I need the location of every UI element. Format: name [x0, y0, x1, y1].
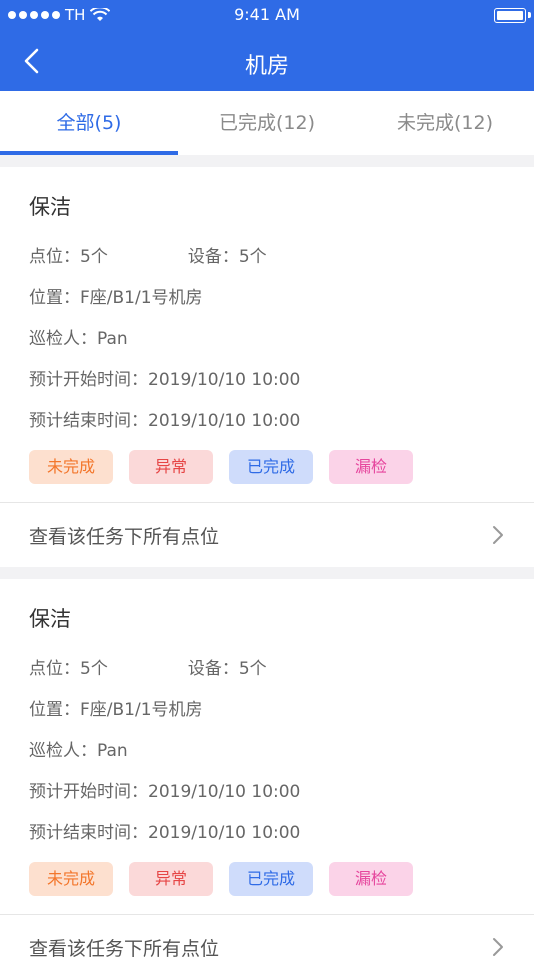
- task-end-time: 预计结束时间：2019/10/10 10:00: [29, 411, 301, 431]
- view-all-points-link[interactable]: 查看该任务下所有点位: [0, 914, 534, 979]
- points-count: 点位：5个: [29, 247, 108, 267]
- chevron-right-icon: [493, 938, 503, 956]
- task-start-time: 预计开始时间：2019/10/10 10:00: [29, 782, 301, 802]
- app-header: TH 9:41 AM 机房: [0, 0, 534, 91]
- tab-incomplete[interactable]: 未完成(12): [356, 91, 534, 155]
- devices-count: 设备：5个: [187, 247, 267, 267]
- tag-completed: 已完成: [229, 450, 313, 484]
- task-counts-row: 点位：5个 设备：5个: [29, 237, 505, 278]
- tag-abnormal: 异常: [129, 450, 213, 484]
- tab-completed-label: 已完成(12): [218, 112, 315, 134]
- battery-icon: [494, 8, 526, 23]
- view-all-points-label: 查看该任务下所有点位: [29, 937, 220, 960]
- task-card: 保洁 点位：5个 设备：5个 位置：F座/B1/1号机房 巡检人：Pan 预计开…: [0, 167, 534, 567]
- battery-cap: [528, 12, 531, 18]
- tag-completed: 已完成: [229, 862, 313, 896]
- nav-bar: 机房: [0, 30, 534, 91]
- task-end-time: 预计结束时间：2019/10/10 10:00: [29, 823, 301, 843]
- tab-all[interactable]: 全部(5): [0, 91, 178, 155]
- tag-incomplete: 未完成: [29, 450, 113, 484]
- tab-bar: 全部(5) 已完成(12) 未完成(12): [0, 91, 534, 155]
- tag-abnormal: 异常: [129, 862, 213, 896]
- status-tags: 未完成 异常 已完成 漏检: [29, 450, 505, 484]
- task-card-body: 保洁 点位：5个 设备：5个 位置：F座/B1/1号机房 巡检人：Pan 预计开…: [0, 167, 534, 502]
- points-count: 点位：5个: [29, 659, 108, 679]
- task-start-time: 预计开始时间：2019/10/10 10:00: [29, 370, 301, 390]
- task-inspector: 巡检人：Pan: [29, 329, 128, 349]
- tab-all-label: 全部(5): [56, 112, 122, 134]
- status-bar: TH 9:41 AM: [0, 0, 534, 30]
- status-tags: 未完成 异常 已完成 漏检: [29, 862, 505, 896]
- task-title: 保洁: [29, 195, 71, 219]
- view-all-points-label: 查看该任务下所有点位: [29, 525, 220, 548]
- tag-missed: 漏检: [329, 862, 413, 896]
- task-card-body: 保洁 点位：5个 设备：5个 位置：F座/B1/1号机房 巡检人：Pan 预计开…: [0, 579, 534, 914]
- task-inspector: 巡检人：Pan: [29, 741, 128, 761]
- task-title: 保洁: [29, 607, 71, 631]
- tab-incomplete-label: 未完成(12): [396, 112, 493, 134]
- chevron-right-icon: [493, 526, 503, 544]
- view-all-points-link[interactable]: 查看该任务下所有点位: [0, 502, 534, 567]
- page-title: 机房: [244, 54, 289, 79]
- status-time: 9:41 AM: [234, 5, 300, 24]
- task-location: 位置：F座/B1/1号机房: [29, 700, 203, 720]
- tab-active-indicator: [0, 151, 178, 155]
- tab-completed[interactable]: 已完成(12): [178, 91, 356, 155]
- task-location: 位置：F座/B1/1号机房: [29, 288, 203, 308]
- devices-count: 设备：5个: [187, 659, 267, 679]
- tag-incomplete: 未完成: [29, 862, 113, 896]
- tag-missed: 漏检: [329, 450, 413, 484]
- task-card: 保洁 点位：5个 设备：5个 位置：F座/B1/1号机房 巡检人：Pan 预计开…: [0, 579, 534, 979]
- task-counts-row: 点位：5个 设备：5个: [29, 649, 505, 690]
